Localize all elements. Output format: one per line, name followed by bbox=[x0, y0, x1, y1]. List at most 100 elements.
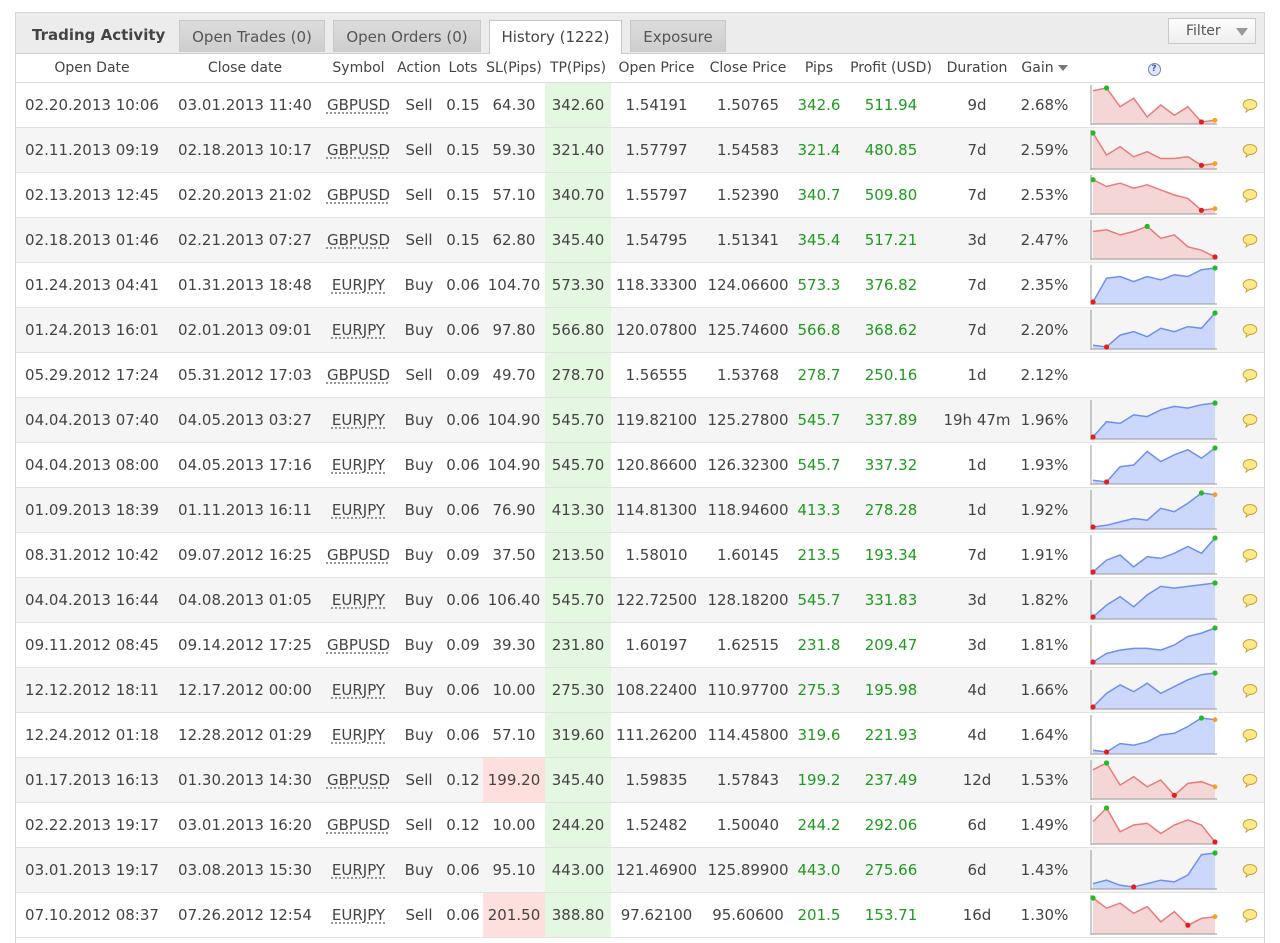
speech-bubble-icon[interactable] bbox=[1242, 728, 1258, 743]
trade-sparkline[interactable] bbox=[1090, 265, 1218, 305]
symbol-cell[interactable]: GBPUSD bbox=[322, 532, 395, 578]
speech-bubble-icon[interactable] bbox=[1242, 278, 1258, 293]
col-pips[interactable]: Pips bbox=[794, 53, 844, 83]
speech-bubble-icon[interactable] bbox=[1242, 818, 1258, 833]
speech-bubble-icon[interactable] bbox=[1242, 548, 1258, 563]
trade-sparkline[interactable] bbox=[1090, 535, 1218, 575]
symbol-cell[interactable]: EURJPY bbox=[322, 487, 395, 533]
trade-sparkline[interactable] bbox=[1090, 805, 1218, 845]
symbol-link[interactable]: GBPUSD bbox=[327, 96, 390, 114]
symbol-link[interactable]: GBPUSD bbox=[327, 186, 390, 204]
table-row[interactable]: 01.09.2013 18:39 01.11.2013 16:11 EURJPY Bu… bbox=[16, 487, 1264, 533]
table-row[interactable]: 07.10.2012 08:37 07.26.2012 12:54 EURJPY Se… bbox=[16, 892, 1264, 938]
trade-sparkline[interactable] bbox=[1090, 220, 1218, 260]
col-symbol[interactable]: Symbol bbox=[322, 53, 395, 83]
table-row[interactable]: 02.22.2013 19:17 03.01.2013 16:20 GBPUSD Se… bbox=[16, 802, 1264, 848]
symbol-cell[interactable]: GBPUSD bbox=[322, 622, 395, 668]
speech-bubble-icon[interactable] bbox=[1242, 773, 1258, 788]
symbol-cell[interactable]: EURJPY bbox=[322, 667, 395, 713]
table-row[interactable]: 01.24.2013 04:41 01.31.2013 18:48 EURJPY Bu… bbox=[16, 262, 1264, 308]
speech-bubble-icon[interactable] bbox=[1242, 458, 1258, 473]
trade-sparkline[interactable] bbox=[1090, 400, 1218, 440]
symbol-link[interactable]: EURJPY bbox=[332, 321, 385, 339]
speech-bubble-icon[interactable] bbox=[1242, 413, 1258, 428]
speech-bubble-icon[interactable] bbox=[1242, 638, 1258, 653]
trade-sparkline[interactable] bbox=[1090, 625, 1218, 665]
symbol-link[interactable]: GBPUSD bbox=[327, 771, 390, 789]
col-action[interactable]: Action bbox=[395, 53, 443, 83]
table-row[interactable]: 02.20.2013 10:06 03.01.2013 11:40 GBPUSD Se… bbox=[16, 82, 1264, 128]
symbol-link[interactable]: EURJPY bbox=[332, 276, 385, 294]
symbol-cell[interactable]: GBPUSD bbox=[322, 217, 395, 263]
speech-bubble-icon[interactable] bbox=[1242, 188, 1258, 203]
symbol-link[interactable]: EURJPY bbox=[332, 906, 385, 924]
table-row[interactable]: 01.17.2013 16:13 01.30.2013 14:30 GBPUSD Se… bbox=[16, 757, 1264, 803]
trade-sparkline[interactable] bbox=[1090, 490, 1218, 530]
speech-bubble-icon[interactable] bbox=[1242, 143, 1258, 158]
tab-open-trades[interactable]: Open Trades (0) bbox=[179, 20, 325, 52]
speech-bubble-icon[interactable] bbox=[1242, 593, 1258, 608]
help-icon[interactable]: ? bbox=[1147, 63, 1161, 76]
col-open-price[interactable]: Open Price bbox=[611, 53, 702, 83]
trade-sparkline[interactable] bbox=[1090, 715, 1218, 755]
symbol-link[interactable]: EURJPY bbox=[332, 456, 385, 474]
tab-exposure[interactable]: Exposure bbox=[630, 20, 726, 52]
symbol-cell[interactable]: EURJPY bbox=[322, 847, 395, 893]
symbol-cell[interactable]: GBPUSD bbox=[322, 82, 395, 128]
speech-bubble-icon[interactable] bbox=[1242, 908, 1258, 923]
table-row[interactable]: 02.18.2013 01:46 02.21.2013 07:27 GBPUSD Se… bbox=[16, 217, 1264, 263]
trade-sparkline[interactable] bbox=[1090, 850, 1218, 890]
symbol-link[interactable]: EURJPY bbox=[332, 501, 385, 519]
speech-bubble-icon[interactable] bbox=[1242, 368, 1258, 383]
speech-bubble-icon[interactable] bbox=[1242, 503, 1258, 518]
table-row[interactable]: 03.01.2013 19:17 03.08.2013 15:30 EURJPY Bu… bbox=[16, 847, 1264, 893]
tab-history[interactable]: History (1222) bbox=[489, 20, 622, 54]
symbol-link[interactable]: GBPUSD bbox=[327, 546, 390, 564]
symbol-link[interactable]: EURJPY bbox=[332, 726, 385, 744]
col-open-date[interactable]: Open Date bbox=[16, 53, 168, 83]
table-row[interactable]: 04.04.2013 07:40 04.05.2013 03:27 EURJPY Bu… bbox=[16, 397, 1264, 443]
table-row[interactable]: 12.24.2012 01:18 12.28.2012 01:29 EURJPY Bu… bbox=[16, 712, 1264, 758]
table-row[interactable]: 04.04.2013 08:00 04.05.2013 17:16 EURJPY Bu… bbox=[16, 442, 1264, 488]
tab-open-orders[interactable]: Open Orders (0) bbox=[333, 20, 481, 52]
col-lots[interactable]: Lots bbox=[443, 53, 483, 83]
symbol-cell[interactable]: GBPUSD bbox=[322, 757, 395, 803]
trade-sparkline[interactable] bbox=[1090, 175, 1218, 215]
col-gain[interactable]: Gain bbox=[1016, 53, 1073, 83]
symbol-link[interactable]: EURJPY bbox=[332, 411, 385, 429]
col-close-date[interactable]: Close date bbox=[168, 53, 322, 83]
symbol-cell[interactable]: EURJPY bbox=[322, 442, 395, 488]
table-row[interactable]: 08.31.2012 10:42 09.07.2012 16:25 GBPUSD Bu… bbox=[16, 532, 1264, 578]
symbol-link[interactable]: EURJPY bbox=[332, 861, 385, 879]
speech-bubble-icon[interactable] bbox=[1242, 233, 1258, 248]
trade-sparkline[interactable] bbox=[1090, 670, 1218, 710]
symbol-cell[interactable]: GBPUSD bbox=[322, 352, 395, 398]
speech-bubble-icon[interactable] bbox=[1242, 863, 1258, 878]
symbol-link[interactable]: EURJPY bbox=[332, 591, 385, 609]
speech-bubble-icon[interactable] bbox=[1242, 98, 1258, 113]
speech-bubble-icon[interactable] bbox=[1242, 323, 1258, 338]
table-row[interactable]: 12.12.2012 18:11 12.17.2012 00:00 EURJPY Bu… bbox=[16, 667, 1264, 713]
symbol-cell[interactable]: EURJPY bbox=[322, 397, 395, 443]
col-profit[interactable]: Profit (USD) bbox=[844, 53, 938, 83]
trade-sparkline[interactable] bbox=[1090, 760, 1218, 800]
trade-sparkline[interactable] bbox=[1090, 580, 1218, 620]
filter-button[interactable]: Filter bbox=[1168, 18, 1256, 44]
symbol-link[interactable]: GBPUSD bbox=[327, 636, 390, 654]
trade-sparkline[interactable] bbox=[1090, 895, 1218, 935]
symbol-cell[interactable]: GBPUSD bbox=[322, 802, 395, 848]
symbol-link[interactable]: EURJPY bbox=[332, 681, 385, 699]
table-row[interactable]: 05.29.2012 17:24 05.31.2012 17:03 GBPUSD Se… bbox=[16, 352, 1264, 398]
table-row[interactable]: 02.13.2013 12:45 02.20.2013 21:02 GBPUSD Se… bbox=[16, 172, 1264, 218]
symbol-cell[interactable]: EURJPY bbox=[322, 712, 395, 758]
symbol-cell[interactable]: EURJPY bbox=[322, 892, 395, 938]
symbol-link[interactable]: GBPUSD bbox=[327, 366, 390, 384]
table-row[interactable]: 02.11.2013 09:19 02.18.2013 10:17 GBPUSD Se… bbox=[16, 127, 1264, 173]
trade-sparkline[interactable] bbox=[1090, 445, 1218, 485]
col-tp-pips[interactable]: TP(Pips) bbox=[545, 53, 611, 83]
trade-sparkline[interactable] bbox=[1090, 85, 1218, 125]
col-sl-pips[interactable]: SL(Pips) bbox=[483, 53, 545, 83]
symbol-cell[interactable]: EURJPY bbox=[322, 577, 395, 623]
col-duration[interactable]: Duration bbox=[938, 53, 1016, 83]
table-row[interactable]: 09.11.2012 08:45 09.14.2012 17:25 GBPUSD Bu… bbox=[16, 622, 1264, 668]
